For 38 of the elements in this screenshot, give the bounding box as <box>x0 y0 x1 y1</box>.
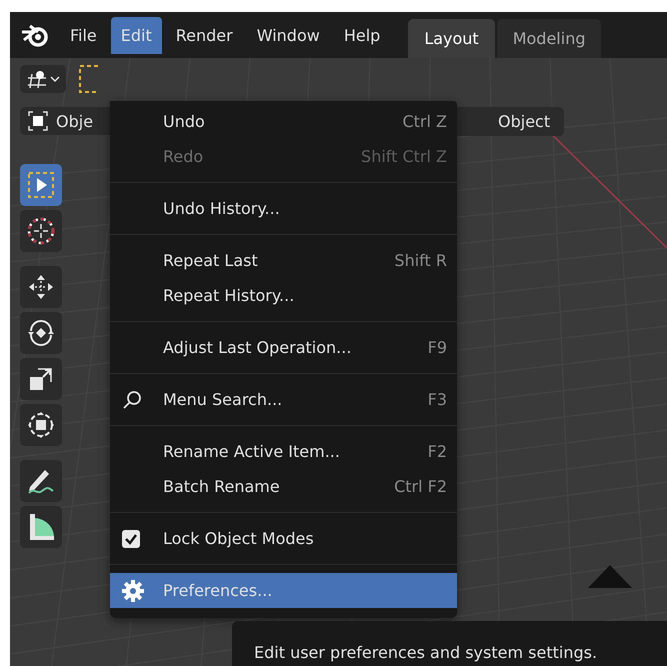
menu-title[interactable]: Window <box>246 16 330 54</box>
menu-title[interactable]: Help <box>334 16 390 54</box>
rotate-icon <box>26 318 56 348</box>
menu-item[interactable]: Batch Rename Ctrl F2 <box>110 469 457 504</box>
triangle-shape <box>588 565 632 588</box>
viewport-icon <box>26 68 48 90</box>
menu-item[interactable]: Repeat History... <box>110 278 457 313</box>
tooltip: Edit user preferences and system settings. <box>232 621 667 666</box>
settings-icon <box>122 580 144 602</box>
chevron-down-icon <box>50 75 60 83</box>
menu-title[interactable]: File <box>60 16 107 54</box>
checkbox[interactable] <box>122 530 140 548</box>
select-mode-icon[interactable] <box>78 64 100 94</box>
tool-button[interactable] <box>20 404 62 446</box>
crosshair-cursor-icon <box>26 216 56 246</box>
tool-button[interactable] <box>20 358 62 400</box>
search-icon <box>122 390 142 410</box>
tool-button[interactable] <box>20 506 62 548</box>
menu-title[interactable]: Edit <box>110 16 162 54</box>
menu-title[interactable]: Render <box>166 16 243 54</box>
menu-item[interactable]: Repeat Last Shift R <box>110 243 457 278</box>
tool-button[interactable] <box>20 460 62 502</box>
menu-item[interactable]: Lock Object Modes <box>110 521 457 556</box>
object-mode-icon <box>28 111 48 131</box>
tool-button[interactable] <box>20 210 62 252</box>
workspace-tab[interactable]: Modeling <box>496 19 602 58</box>
workspace-tab[interactable]: Layout <box>408 19 495 58</box>
editor-type-button[interactable] <box>20 65 66 93</box>
menu-item[interactable]: Adjust Last Operation... F9 <box>110 330 457 365</box>
transform-icon <box>26 410 56 440</box>
app-logo-icon <box>20 22 50 48</box>
tool-button[interactable] <box>20 266 62 308</box>
tool-button[interactable] <box>20 312 62 354</box>
menu-item[interactable]: Rename Active Item... F2 <box>110 434 457 469</box>
menu-item[interactable]: Preferences... <box>110 573 457 608</box>
menu-item[interactable]: Undo History... <box>110 191 457 226</box>
select-box-icon <box>26 170 56 200</box>
menu-item[interactable]: Menu Search... F3 <box>110 382 457 417</box>
